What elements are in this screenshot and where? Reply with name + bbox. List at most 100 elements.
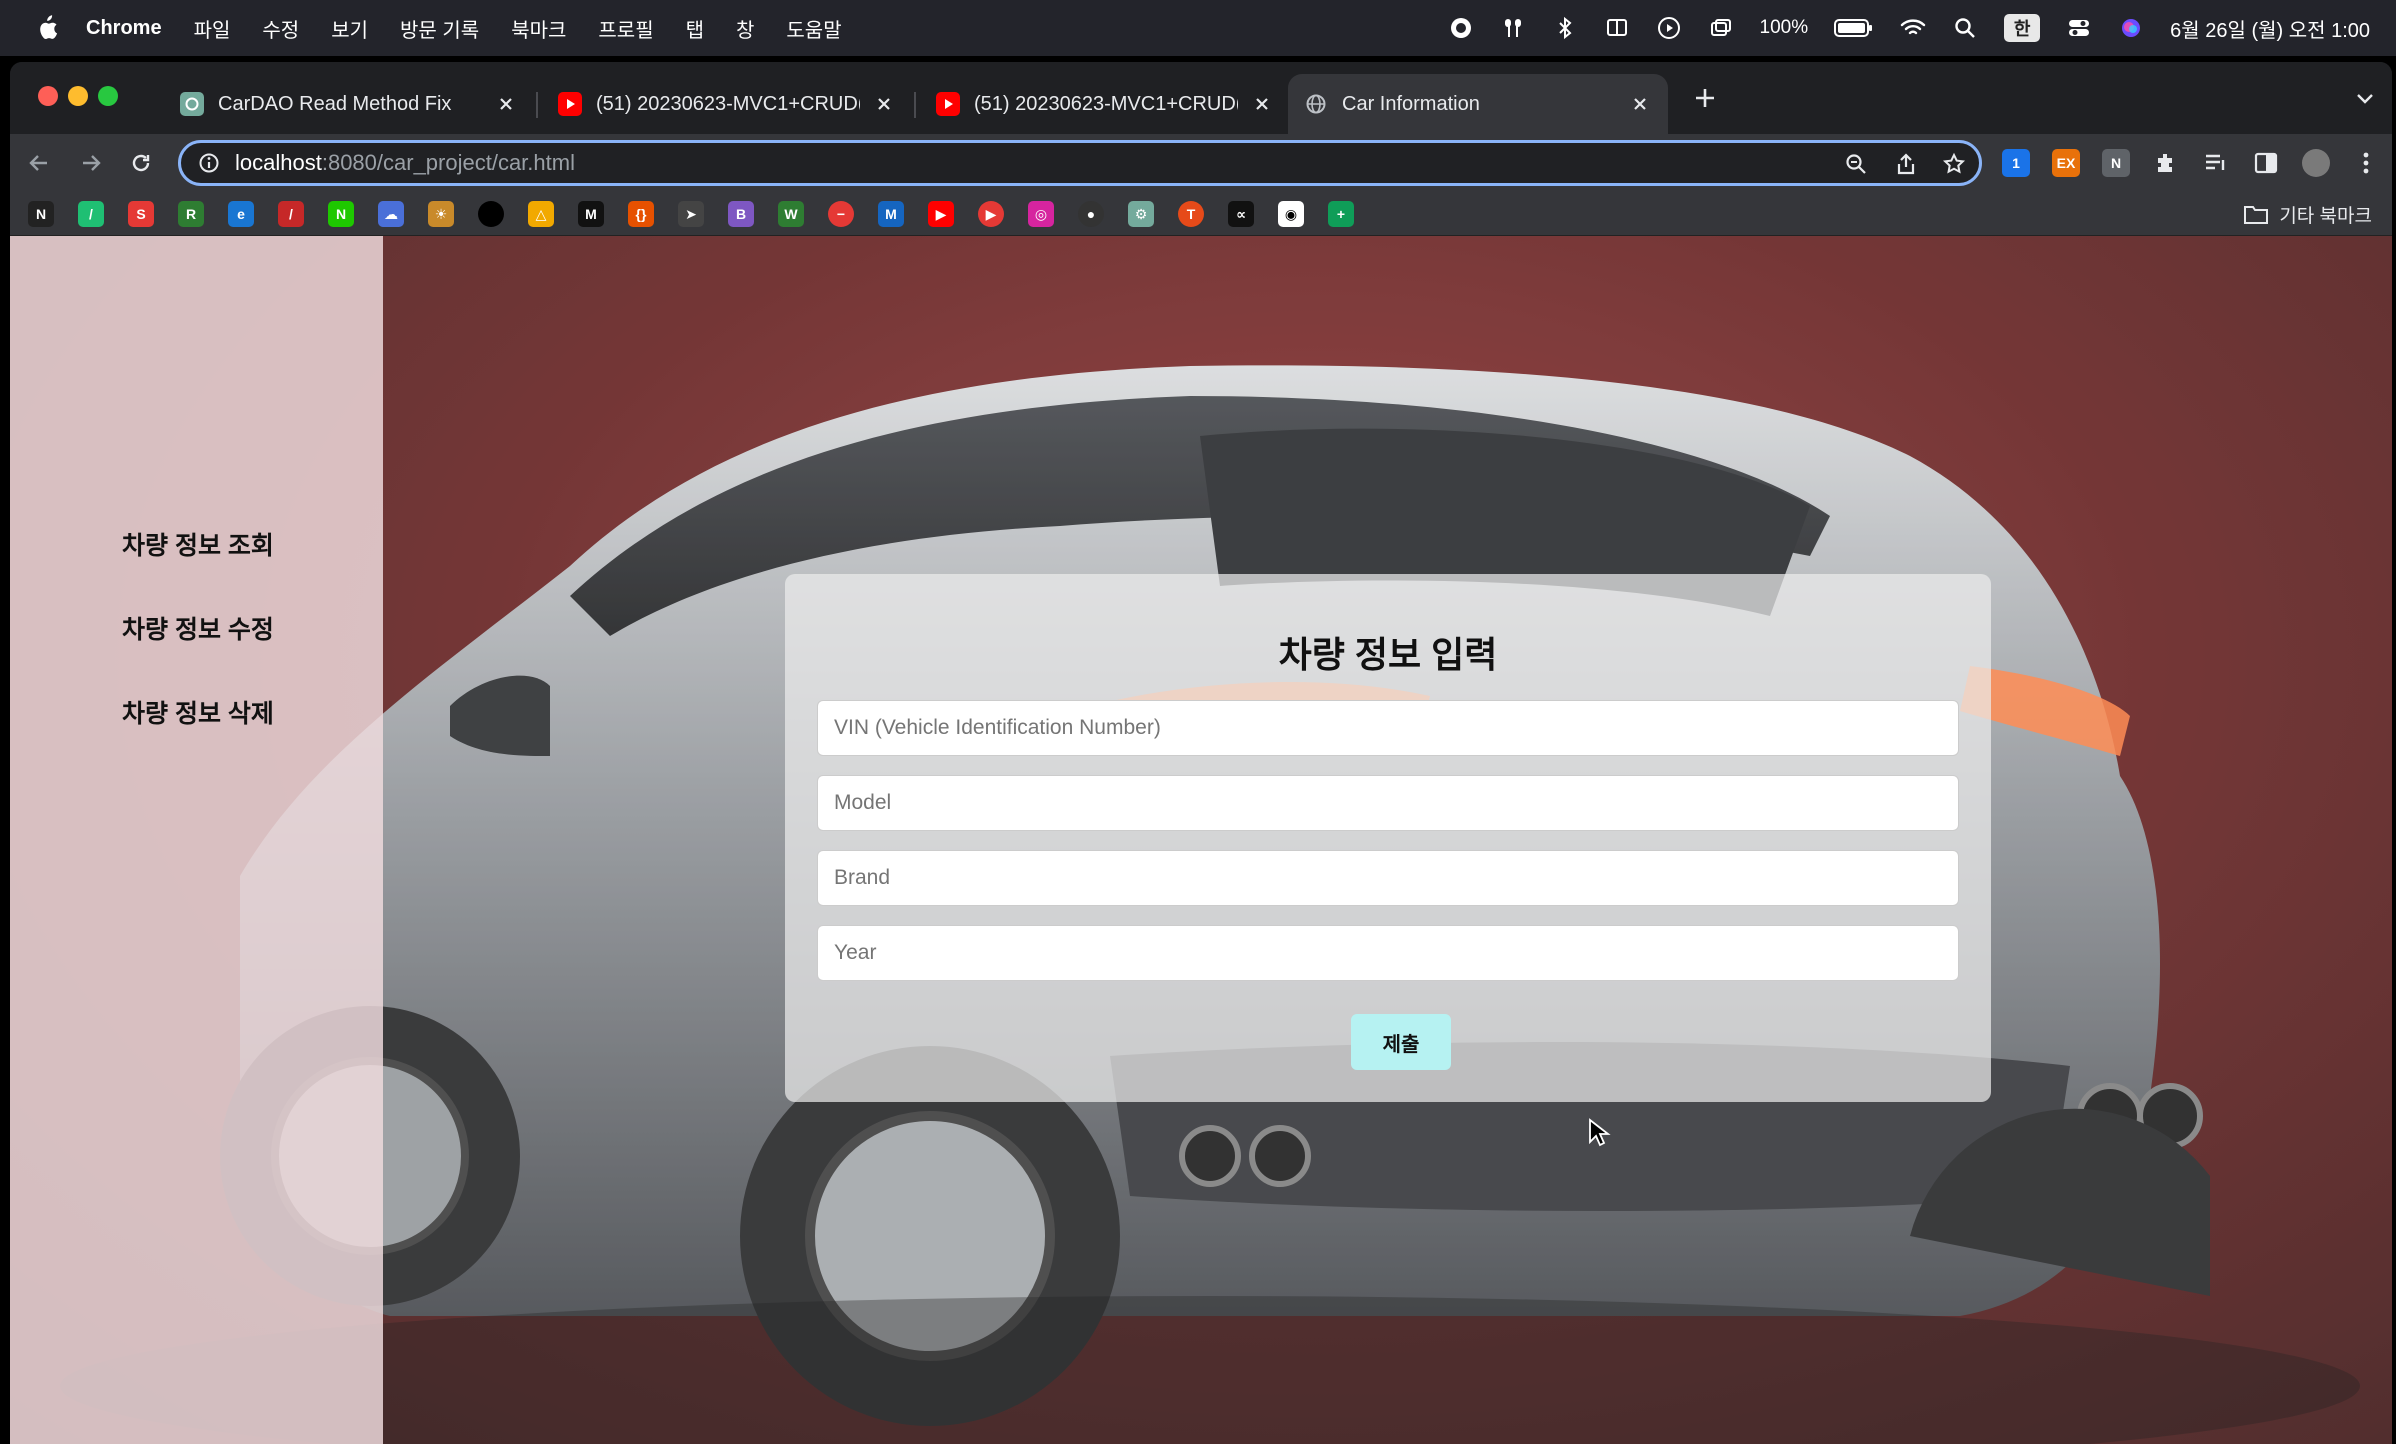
other-bookmarks-folder[interactable]: 기타 북마크 [2243, 200, 2372, 228]
model-input[interactable] [817, 775, 1959, 831]
reload-icon[interactable] [126, 148, 156, 178]
chrome-window: CarDAO Read Method Fix (51) 20230623-MVC… [10, 62, 2392, 1444]
menubar-clock[interactable]: 6월 26일 (월) 오전 1:00 [2170, 14, 2370, 43]
bookmark-naver-icon[interactable]: N [328, 201, 354, 227]
mouse-cursor-icon [1589, 1118, 1611, 1147]
tab-youtube-video-1[interactable]: (51) 20230623-MVC1+CRUD( [542, 74, 912, 134]
share-icon[interactable] [1893, 151, 1919, 177]
bookmark-r-icon[interactable]: R [178, 201, 204, 227]
menu-edit[interactable]: 수정 [262, 14, 299, 43]
bookmark-arrow-icon[interactable]: ➤ [678, 201, 704, 227]
bookmark-camera-icon[interactable]: ◉ [1278, 201, 1304, 227]
side-panel-icon[interactable] [2252, 149, 2280, 177]
new-tab-icon[interactable] [1690, 83, 1720, 113]
site-info-icon[interactable] [197, 151, 221, 175]
form-title: 차량 정보 입력 [1278, 634, 1498, 675]
bookmark-green-app-icon[interactable]: / [78, 201, 104, 227]
bookmark-star-icon[interactable] [1941, 151, 1967, 177]
close-tab-icon[interactable] [872, 92, 896, 116]
bookmark-sheets-icon[interactable]: + [1328, 201, 1354, 227]
chrome-menu-icon[interactable] [2352, 149, 2380, 177]
bookmark-black-circle-icon[interactable] [478, 201, 504, 227]
bookmark-cloud-icon[interactable]: ☁ [378, 201, 404, 227]
brand-input[interactable] [817, 850, 1959, 906]
menu-profile[interactable]: 프로필 [598, 14, 653, 43]
bookmark-t-icon[interactable]: T [1178, 201, 1204, 227]
display-mirror-icon[interactable] [1604, 15, 1630, 41]
spotlight-search-icon[interactable] [1952, 15, 1978, 41]
bookmark-warning-icon[interactable]: △ [528, 201, 554, 227]
tab-strip: CarDAO Read Method Fix (51) 20230623-MVC… [10, 62, 2392, 134]
bookmark-red-icon[interactable]: / [278, 201, 304, 227]
bluetooth-icon[interactable] [1552, 15, 1578, 41]
tab-youtube-video-2[interactable]: (51) 20230623-MVC1+CRUD( [920, 74, 1290, 134]
sidebar-link-edit-car[interactable]: 차량 정보 수정 [122, 610, 274, 646]
bookmark-m-icon[interactable]: M [578, 201, 604, 227]
submit-button[interactable]: 제출 [1351, 1014, 1451, 1070]
bookmark-ai-icon[interactable]: ∝ [1228, 201, 1254, 227]
close-window-button[interactable] [38, 86, 58, 106]
wifi-icon[interactable] [1900, 15, 1926, 41]
car-info-form: 차량 정보 입력 제출 [785, 574, 1991, 1102]
tab-search-chevron-icon[interactable] [2350, 84, 2380, 114]
menu-history[interactable]: 방문 기록 [400, 14, 479, 43]
vin-input[interactable] [817, 700, 1959, 756]
bookmark-youtube-music-icon[interactable]: ▶ [978, 201, 1004, 227]
play-icon[interactable] [1656, 15, 1682, 41]
record-icon[interactable] [1448, 15, 1474, 41]
extension-notion-icon[interactable]: N [2102, 149, 2130, 177]
siri-icon[interactable] [2118, 15, 2144, 41]
profile-avatar[interactable] [2302, 149, 2330, 177]
bookmark-red-app-icon[interactable]: S [128, 201, 154, 227]
sidebar-nav: 차량 정보 조회 차량 정보 수정 차량 정보 삭제 [10, 236, 383, 1444]
control-center-icon[interactable] [2066, 15, 2092, 41]
bookmark-w-icon[interactable]: W [778, 201, 804, 227]
sidebar-link-view-car[interactable]: 차량 정보 조회 [122, 526, 274, 562]
bookmark-netflix-icon[interactable]: N [28, 201, 54, 227]
menu-file[interactable]: 파일 [194, 14, 231, 43]
tab-car-information[interactable]: Car Information [1288, 74, 1668, 134]
airpods-icon[interactable] [1500, 15, 1526, 41]
tab-cardao-read-method-fix[interactable]: CarDAO Read Method Fix [164, 74, 534, 134]
zoom-window-button[interactable] [98, 86, 118, 106]
bookmark-github-icon[interactable]: ● [1078, 201, 1104, 227]
bookmark-braces-icon[interactable]: {} [628, 201, 654, 227]
close-tab-icon[interactable] [1250, 92, 1274, 116]
sidebar-link-delete-car[interactable]: 차량 정보 삭제 [122, 694, 274, 730]
bookmark-bootstrap-icon[interactable]: B [728, 201, 754, 227]
url-host: localhost [235, 150, 322, 175]
menu-help[interactable]: 도움말 [786, 14, 841, 43]
extension-1password-icon[interactable]: 1 [2002, 149, 2030, 177]
bookmark-edge-icon[interactable]: e [228, 201, 254, 227]
screens-icon[interactable] [1708, 15, 1734, 41]
bookmark-stop-icon[interactable]: − [828, 201, 854, 227]
address-bar[interactable]: localhost:8080/car_project/car.html [178, 140, 1982, 186]
bookmark-sun-icon[interactable]: ☀ [428, 201, 454, 227]
reading-list-icon[interactable] [2202, 149, 2230, 177]
tab-title: CarDAO Read Method Fix [218, 92, 452, 115]
extensions-puzzle-icon[interactable] [2152, 149, 2180, 177]
menu-view[interactable]: 보기 [331, 14, 368, 43]
close-tab-icon[interactable] [1628, 92, 1652, 116]
bookmark-youtube-icon[interactable]: ▶ [928, 201, 954, 227]
app-name-menu[interactable]: Chrome [86, 17, 162, 40]
forward-arrow-icon[interactable] [76, 148, 106, 178]
battery-icon[interactable] [1834, 15, 1874, 41]
bookmark-chatgpt-icon[interactable]: ⚙ [1128, 201, 1154, 227]
globe-icon [1304, 92, 1328, 116]
close-tab-icon[interactable] [494, 92, 518, 116]
zoom-icon[interactable] [1843, 151, 1869, 177]
extension-ex-icon[interactable]: EX [2052, 149, 2080, 177]
menu-bookmarks[interactable]: 북마크 [511, 14, 566, 43]
minimize-window-button[interactable] [68, 86, 88, 106]
back-arrow-icon[interactable] [24, 148, 54, 178]
tab-separator [914, 92, 916, 118]
apple-menu-icon[interactable] [34, 15, 60, 41]
bookmark-m-blue-icon[interactable]: M [878, 201, 904, 227]
bookmark-instagram-icon[interactable]: ◎ [1028, 201, 1054, 227]
menu-window[interactable]: 창 [736, 14, 754, 43]
year-input[interactable] [817, 925, 1959, 981]
input-method-indicator[interactable]: 한 [2004, 14, 2041, 42]
menu-tab[interactable]: 탭 [686, 14, 704, 43]
tab-title: Car Information [1342, 92, 1480, 115]
